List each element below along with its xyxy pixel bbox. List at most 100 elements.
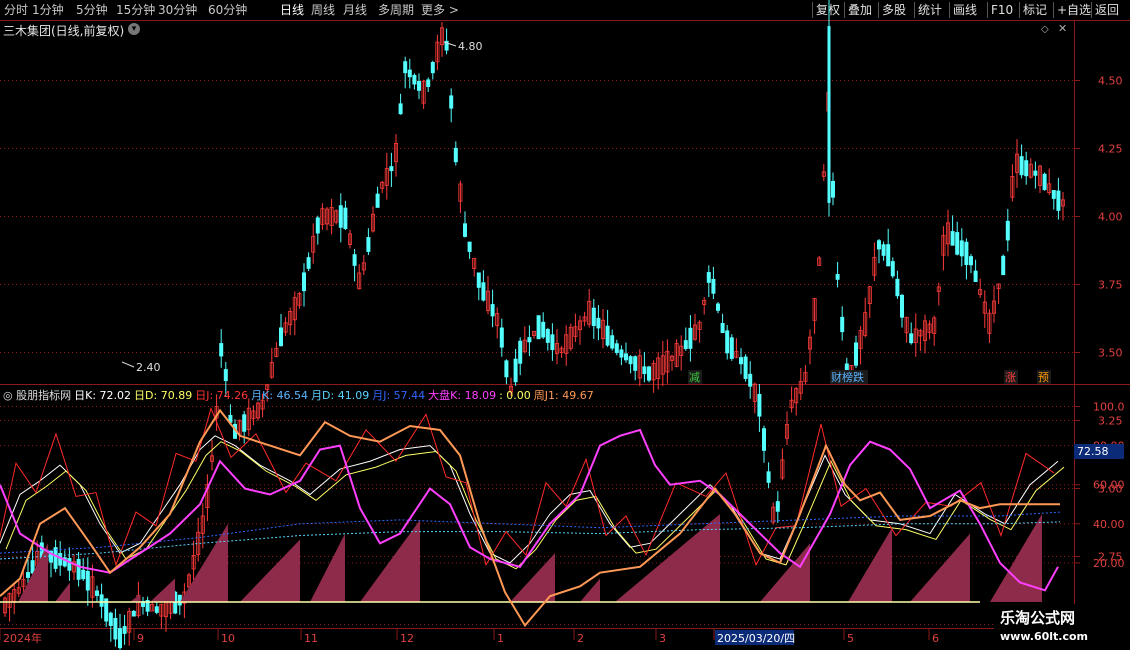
candle-body (315, 217, 320, 234)
candle-body (412, 74, 417, 85)
candle-body (775, 501, 780, 512)
candle-body (389, 166, 394, 172)
candle-body (1019, 156, 1024, 176)
candle-body (108, 612, 113, 626)
price-axis-label: 4.00 (1098, 211, 1123, 224)
price-axis-label: 3.75 (1098, 279, 1123, 292)
candle-body (504, 360, 509, 378)
sawtooth-bar (910, 533, 970, 602)
candle-body (716, 303, 721, 311)
indicator-value-1: 日D: 70.89 (134, 389, 193, 402)
candle-body (1024, 160, 1029, 177)
ind-axis-label: 60.00 (1093, 479, 1125, 492)
candle-body (729, 337, 734, 359)
date-axis-label: 5 (847, 632, 854, 645)
current-value-badge: 72.58 (1074, 444, 1124, 459)
candle-body (605, 325, 610, 346)
candle-body (242, 414, 247, 432)
candle-body (131, 610, 136, 617)
candle-body (628, 356, 633, 365)
indicator-value-7: : 0.00 (499, 389, 531, 402)
candle-body (518, 340, 523, 364)
watermark-title: 乐淘公式网 (1000, 609, 1076, 627)
indicator-value-3: 月K: 46.54 (251, 389, 309, 402)
candle-body (53, 547, 58, 569)
watermark-url: www.60lt.com (1000, 630, 1089, 643)
candle-body (398, 103, 403, 115)
candle-body (739, 357, 744, 365)
candle-body (591, 307, 596, 327)
candle-body (909, 333, 914, 344)
candle-body (766, 471, 771, 483)
candle-body (338, 205, 343, 228)
indicator-legend: ◎ 股朋指标网 日K: 72.02 日D: 70.89 日J: 74.26 月K: 46… (3, 387, 597, 403)
candle-body (1056, 190, 1061, 211)
candle-body (725, 330, 730, 354)
candle-body (76, 558, 81, 580)
indicator-value-0: 日K: 72.02 (74, 389, 132, 402)
sawtooth-bar (580, 578, 600, 602)
event-marker: 财榜跌 (831, 370, 864, 384)
candle-body (711, 278, 716, 294)
candle-body (743, 356, 748, 379)
candle-body (900, 294, 905, 318)
candle-body (278, 327, 283, 347)
candle-body (67, 557, 72, 571)
candle-body (462, 223, 467, 237)
indicator-name[interactable]: ◎ 股朋指标网 (3, 389, 71, 402)
candle-body (647, 366, 652, 381)
price-axis-label: 4.50 (1098, 75, 1123, 88)
candle-body (969, 256, 974, 266)
candle-body (536, 315, 541, 340)
ind-axis-label: 100.0 (1093, 401, 1125, 414)
high-price-label: 4.80 (458, 40, 483, 53)
candle-body (706, 272, 711, 283)
candle-body (642, 366, 647, 375)
candle-body (301, 272, 306, 292)
candle-body (881, 244, 886, 256)
sawtooth-bar (848, 527, 892, 602)
candle-body (154, 606, 159, 613)
candle-body (306, 257, 311, 269)
candle-body (886, 244, 891, 267)
candle-body (366, 237, 371, 252)
date-axis-label: 2 (577, 632, 584, 645)
candle-body (545, 328, 550, 343)
candle-body (426, 79, 431, 88)
candle-body (177, 594, 182, 606)
candle-body (835, 274, 840, 280)
indicator-value-4: 月D: 41.09 (311, 389, 370, 402)
monthly-j-line (0, 511, 1061, 554)
candle-body (513, 358, 518, 383)
sawtooth-bar (55, 582, 70, 602)
kline-chart[interactable]: 4.80 2.40 减 财榜跌 涨 预 4.50 4.25 4.00 3.75 3.50 3.25 3… (0, 0, 1130, 650)
candle-body (964, 241, 969, 265)
candle-body (95, 590, 100, 596)
candle-body (720, 323, 725, 334)
candle-body (99, 594, 104, 607)
candle-body (467, 241, 472, 252)
indicator-value-5: 月J: 57.44 (372, 389, 426, 402)
candle-body (1051, 190, 1056, 199)
candle-body (499, 327, 504, 348)
candle-body (25, 572, 30, 578)
candle-body (959, 240, 964, 257)
low-price-label: 2.40 (136, 361, 161, 374)
candle-body (1001, 255, 1006, 276)
sawtooth-bar (510, 553, 555, 602)
date-axis-label: 2024年 (3, 631, 42, 645)
candle-body (955, 232, 960, 255)
date-axis-label: 1 (497, 632, 504, 645)
candle-body (683, 340, 688, 350)
candle-body (950, 231, 955, 246)
sawtooth-bar (310, 533, 345, 602)
indicator-value-2: 日J: 74.26 (195, 389, 249, 402)
date-axis-label: 6 (932, 632, 939, 645)
candle-body (840, 316, 845, 333)
ind-axis-label: 20.00 (1093, 557, 1125, 570)
candle-body (416, 81, 421, 91)
candle-body (81, 569, 86, 580)
candle-body (610, 335, 615, 349)
event-marker: 减 (689, 371, 700, 384)
candle-body (407, 69, 412, 78)
